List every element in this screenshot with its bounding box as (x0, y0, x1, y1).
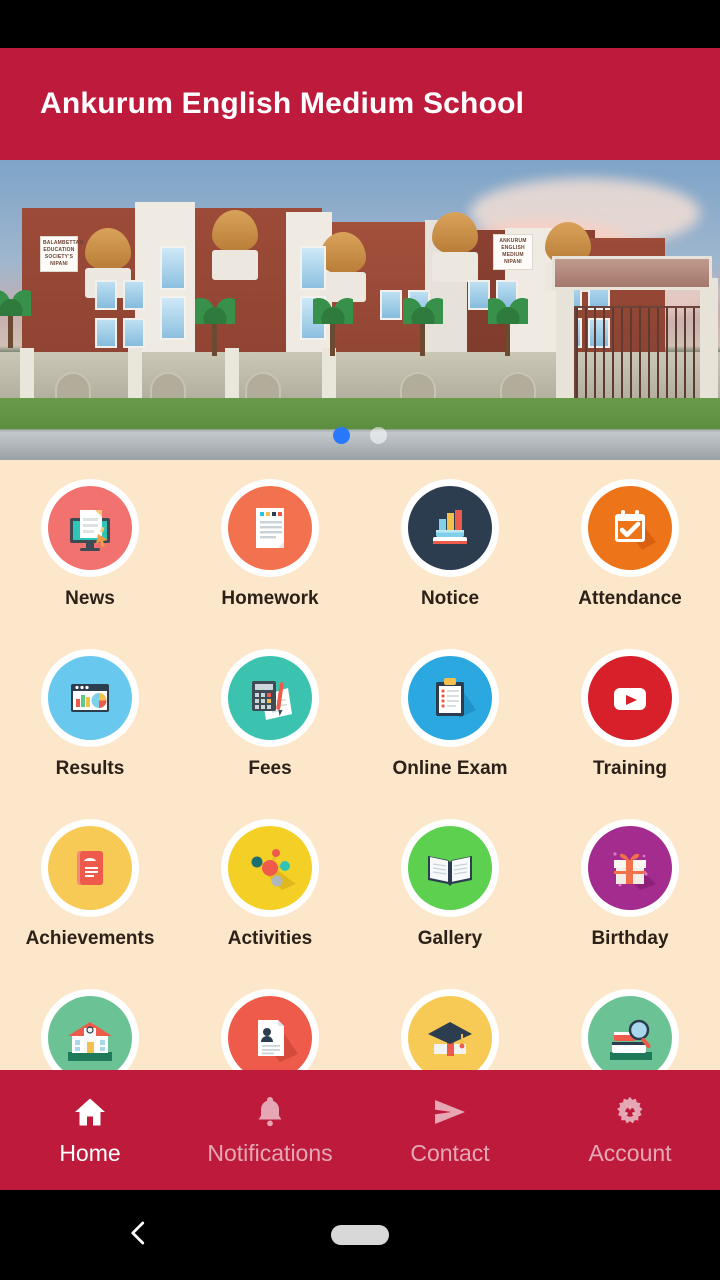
gate-archway-sign (552, 256, 712, 290)
system-navigation-bar (0, 1190, 720, 1280)
gate-post (556, 278, 574, 398)
menu-item-gallery[interactable]: Gallery (360, 800, 540, 970)
fees-calculator-icon (224, 652, 316, 744)
menu-label: Training (593, 758, 667, 779)
homework-document-icon (224, 482, 316, 574)
send-icon (428, 1094, 472, 1130)
window-row (160, 246, 186, 290)
gallery-open-book-icon (404, 822, 496, 914)
menu-label: Achievements (25, 928, 155, 949)
menu-item-library-search[interactable] (540, 970, 720, 1070)
nav-item-home[interactable]: Home (0, 1070, 180, 1190)
profile-resume-icon (224, 992, 316, 1070)
window-row (95, 280, 145, 310)
menu-label: Gallery (417, 928, 483, 949)
nav-item-contact[interactable]: Contact (360, 1070, 540, 1190)
carousel-dot-2[interactable] (370, 427, 387, 444)
wall-pillar (225, 348, 239, 398)
bell-icon (250, 1094, 290, 1130)
menu-label: Notice (420, 588, 480, 609)
notice-books-chart-icon (404, 482, 496, 574)
menu-item-notice[interactable]: Notice (360, 460, 540, 630)
palm-tree-icon (0, 290, 31, 348)
nav-label: Contact (410, 1139, 490, 1166)
banner-carousel[interactable]: BALAMBETTAN EDUCATION SOCIETY'S NIPANI A… (0, 160, 720, 460)
birthday-gift-icon (584, 822, 676, 914)
nav-label: Account (588, 1139, 672, 1166)
menu-item-news[interactable]: News (0, 460, 180, 630)
gate-post (700, 278, 718, 398)
menu-item-achievements[interactable]: Achievements (0, 800, 180, 970)
back-chevron-icon[interactable] (124, 1216, 154, 1255)
carousel-dot-1[interactable] (333, 427, 350, 444)
nav-item-notifications[interactable]: Notifications (180, 1070, 360, 1190)
wall-pillar (20, 348, 34, 398)
window-row (160, 296, 186, 340)
window-row (95, 318, 145, 348)
wall-pillar (128, 348, 142, 398)
online-exam-clipboard-icon (404, 652, 496, 744)
palm-tree-icon (312, 298, 353, 356)
nav-label: Home (59, 1139, 121, 1166)
menu-item-birthday[interactable]: Birthday (540, 800, 720, 970)
achievements-certificate-icon (44, 822, 136, 914)
palm-tree-icon (194, 298, 235, 356)
menu-label: Online Exam (392, 758, 508, 779)
menu-item-online-exam[interactable]: Online Exam (360, 630, 540, 800)
menu-item-training[interactable]: Training (540, 630, 720, 800)
attendance-calendar-icon (584, 482, 676, 574)
building-sign-right: ANKURUM ENGLISH MEDIUM NIPANI (493, 234, 533, 270)
carousel-indicators[interactable] (333, 427, 387, 444)
menu-label: Activities (227, 928, 313, 949)
menu-item-graduation[interactable] (360, 970, 540, 1070)
menu-item-profile[interactable] (180, 970, 360, 1070)
activities-molecule-icon (224, 822, 316, 914)
news-monitor-icon (44, 482, 136, 574)
gear-icon (610, 1094, 650, 1130)
nav-item-account[interactable]: Account (540, 1070, 720, 1190)
phone-screen: Ankurum English Medium School BALAMBETTA… (0, 0, 720, 1280)
window-row (300, 246, 326, 290)
menu-label: Results (55, 758, 125, 779)
graduation-cap-icon (404, 992, 496, 1070)
menu-label: Attendance (578, 588, 682, 609)
books-search-icon (584, 992, 676, 1070)
menu-grid: News Homework Notice Attendance Results … (0, 460, 720, 1070)
menu-label: Homework (221, 588, 319, 609)
menu-item-fees[interactable]: Fees (180, 630, 360, 800)
menu-item-homework[interactable]: Homework (180, 460, 360, 630)
palm-tree-icon (487, 298, 528, 356)
menu-item-school[interactable] (0, 970, 180, 1070)
menu-label: Birthday (591, 928, 669, 949)
status-bar (0, 0, 720, 48)
menu-label: Fees (248, 758, 292, 779)
training-video-play-icon (584, 652, 676, 744)
menu-item-activities[interactable]: Activities (180, 800, 360, 970)
menu-item-attendance[interactable]: Attendance (540, 460, 720, 630)
app-header: Ankurum English Medium School (0, 48, 720, 160)
menu-grid-container: News Homework Notice Attendance Results … (0, 460, 720, 1070)
page-title: Ankurum English Medium School (40, 87, 525, 120)
entrance-gate (574, 306, 702, 398)
home-pill-indicator[interactable] (331, 1225, 389, 1245)
building-sign-left: BALAMBETTAN EDUCATION SOCIETY'S NIPANI (40, 236, 83, 272)
menu-label: News (65, 588, 115, 609)
results-chart-window-icon (44, 652, 136, 744)
nav-label: Notifications (207, 1139, 333, 1166)
palm-tree-icon (402, 298, 443, 356)
school-building-icon (44, 992, 136, 1070)
menu-item-results[interactable]: Results (0, 630, 180, 800)
bottom-navigation-bar: Home Notifications Contact Account (0, 1070, 720, 1190)
home-icon (70, 1094, 110, 1130)
